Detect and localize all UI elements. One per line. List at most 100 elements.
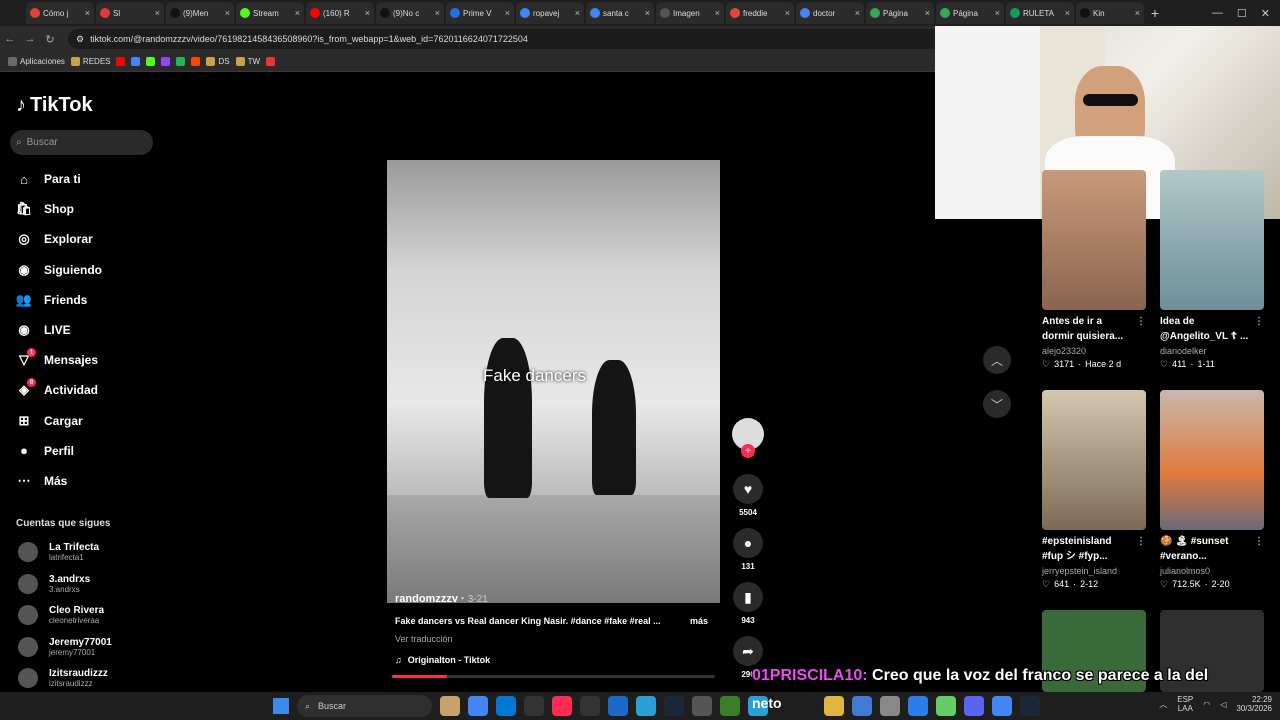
browser-tab[interactable]: freddie × <box>726 2 794 24</box>
taskbar-app-icon[interactable] <box>936 696 956 716</box>
reload-icon[interactable]: ↻ <box>40 33 60 46</box>
taskbar-search[interactable]: ⌕ Buscar <box>297 695 432 717</box>
tab-close-icon[interactable]: × <box>85 8 90 18</box>
browser-tab[interactable]: Kin × <box>1076 2 1144 24</box>
recommended-video-card[interactable]: Idea de @Angelito_VL ☦ ... ⋮ diariodelker ♡ 4… <box>1160 170 1264 370</box>
tab-close-icon[interactable]: × <box>855 8 860 18</box>
comment-button[interactable]: ● 131 <box>732 528 764 571</box>
edge-icon[interactable] <box>496 696 516 716</box>
language-indicator[interactable]: ESP LAA <box>1177 695 1193 713</box>
followed-account[interactable]: Cleo Rivera cleonetriveraa <box>18 605 104 625</box>
close-icon[interactable]: ✕ <box>1261 7 1270 20</box>
taskbar-app-icon[interactable] <box>1020 696 1040 716</box>
tiktok-icon[interactable] <box>552 696 572 716</box>
browser-tab[interactable]: RULETA × <box>1006 2 1074 24</box>
browser-tab[interactable]: Página × <box>936 2 1004 24</box>
translate-link[interactable]: Ver traducción <box>395 634 453 644</box>
browser-tab[interactable]: ropavej × <box>516 2 584 24</box>
taskbar-app-icon[interactable] <box>992 696 1012 716</box>
video-progress-bar[interactable] <box>392 675 715 678</box>
clock[interactable]: 22:29 30/3/2026 <box>1236 695 1272 713</box>
nav-item-para-ti[interactable]: ⌂ Para ti <box>16 171 81 187</box>
bookmark-apps[interactable]: Aplicaciones <box>8 57 65 66</box>
bookmark-folder-tw[interactable]: TW <box>235 57 260 66</box>
minecraft-icon[interactable] <box>720 696 740 716</box>
video-author[interactable]: randomzzzv · 3-21 <box>395 593 720 605</box>
browser-tab[interactable]: (160) R × <box>306 2 374 24</box>
more-options-icon[interactable]: ⋮ <box>1136 314 1146 329</box>
video-thumbnail[interactable] <box>1160 170 1264 310</box>
tab-close-icon[interactable]: × <box>995 8 1000 18</box>
wifi-icon[interactable]: ◠ <box>1203 700 1210 709</box>
browser-tab[interactable]: Página × <box>866 2 934 24</box>
windows-start-icon[interactable] <box>273 698 289 714</box>
nav-item-explorar[interactable]: ◎ Explorar <box>16 231 92 247</box>
taskbar-app-icon[interactable] <box>852 696 872 716</box>
bookmark-twitch[interactable] <box>161 57 171 66</box>
taskbar-app-icon[interactable] <box>880 696 900 716</box>
card-username[interactable]: jerryepstein_island <box>1042 566 1146 576</box>
app-icon[interactable] <box>608 696 628 716</box>
tab-close-icon[interactable]: × <box>575 8 580 18</box>
bookmark-folder-ds[interactable]: DS <box>206 57 230 66</box>
terminal-icon[interactable] <box>524 696 544 716</box>
taskbar-app-icon[interactable] <box>908 696 928 716</box>
nav-item-siguiendo[interactable]: ◉ Siguiendo <box>16 262 102 278</box>
minimize-icon[interactable]: — <box>1212 7 1223 19</box>
browser-tab[interactable]: doctor × <box>796 2 864 24</box>
like-button[interactable]: ♥ 5504 <box>732 474 764 517</box>
search-input[interactable]: ⌕ Buscar <box>10 130 153 155</box>
maximize-icon[interactable]: ☐ <box>1237 7 1247 20</box>
tab-close-icon[interactable]: × <box>1065 8 1070 18</box>
new-tab-button[interactable]: + <box>1146 5 1164 21</box>
app-icon[interactable] <box>692 696 712 716</box>
more-options-icon[interactable]: ⋮ <box>1136 534 1146 549</box>
browser-tab[interactable]: santa c × <box>586 2 654 24</box>
nav-item-más[interactable]: ⋯ Más <box>16 473 68 489</box>
previous-video-button[interactable]: ︿ <box>983 346 1011 374</box>
video-thumbnail[interactable] <box>1042 390 1146 530</box>
more-link[interactable]: más <box>690 616 708 626</box>
bookmark-spotify[interactable] <box>176 57 186 66</box>
followed-account[interactable]: Izitsraudizzz izitsraudizzz <box>18 668 108 688</box>
next-video-button[interactable]: ﹀ <box>983 390 1011 418</box>
tiktok-logo[interactable]: ♪ TikTok <box>16 94 93 117</box>
tab-close-icon[interactable]: × <box>155 8 160 18</box>
followed-account[interactable]: 3.andrxs 3.andrxs <box>18 573 90 594</box>
author-name[interactable]: randomzzzv <box>395 593 458 605</box>
browser-tab[interactable]: (9)No c × <box>376 2 444 24</box>
followed-account[interactable]: La Trifecta latrifecta1 <box>18 542 99 562</box>
tab-close-icon[interactable]: × <box>505 8 510 18</box>
steam-icon[interactable] <box>664 696 684 716</box>
card-username[interactable]: diariodelker <box>1160 346 1264 356</box>
weather-icon[interactable] <box>440 696 460 716</box>
video-thumbnail[interactable] <box>1160 390 1264 530</box>
browser-tab[interactable]: Cómo j × <box>26 2 94 24</box>
bookmark-folder-redes[interactable]: REDES <box>70 57 110 66</box>
recommended-video-card[interactable]: #epsteinisland #fup シ #fyp... ⋮ jerryepstei… <box>1042 390 1146 590</box>
more-options-icon[interactable]: ⋮ <box>1254 534 1264 549</box>
nav-item-friends[interactable]: 👥 Friends <box>16 292 87 308</box>
tab-close-icon[interactable]: × <box>435 8 440 18</box>
tab-close-icon[interactable]: × <box>1135 8 1140 18</box>
browser-tab[interactable]: Sl × <box>96 2 164 24</box>
nav-item-actividad[interactable]: ◈ 8 Actividad <box>16 378 98 398</box>
save-button[interactable]: ▮ 943 <box>732 582 764 625</box>
browser-tab[interactable]: Stream × <box>236 2 304 24</box>
bookmark-reddit[interactable] <box>191 57 201 66</box>
tray-chevron-icon[interactable]: ︿ <box>1159 699 1167 710</box>
bookmark-youtube[interactable] <box>116 57 126 66</box>
nav-item-perfil[interactable]: ● Perfil <box>16 443 74 459</box>
volume-icon[interactable]: ◁ <box>1220 700 1226 709</box>
tab-close-icon[interactable]: × <box>225 8 230 18</box>
video-thumbnail[interactable] <box>1042 170 1146 310</box>
nav-item-mensajes[interactable]: ▽ 1 Mensajes <box>16 348 98 368</box>
taskbar-app-icon[interactable] <box>964 696 984 716</box>
app-icon[interactable] <box>636 696 656 716</box>
bookmark-misc[interactable] <box>266 57 276 66</box>
chrome-icon[interactable] <box>468 696 488 716</box>
browser-tab[interactable]: Prime V × <box>446 2 514 24</box>
card-username[interactable]: julianolmos0 <box>1160 566 1264 576</box>
browser-tab[interactable]: (9)Men × <box>166 2 234 24</box>
tab-close-icon[interactable]: × <box>925 8 930 18</box>
